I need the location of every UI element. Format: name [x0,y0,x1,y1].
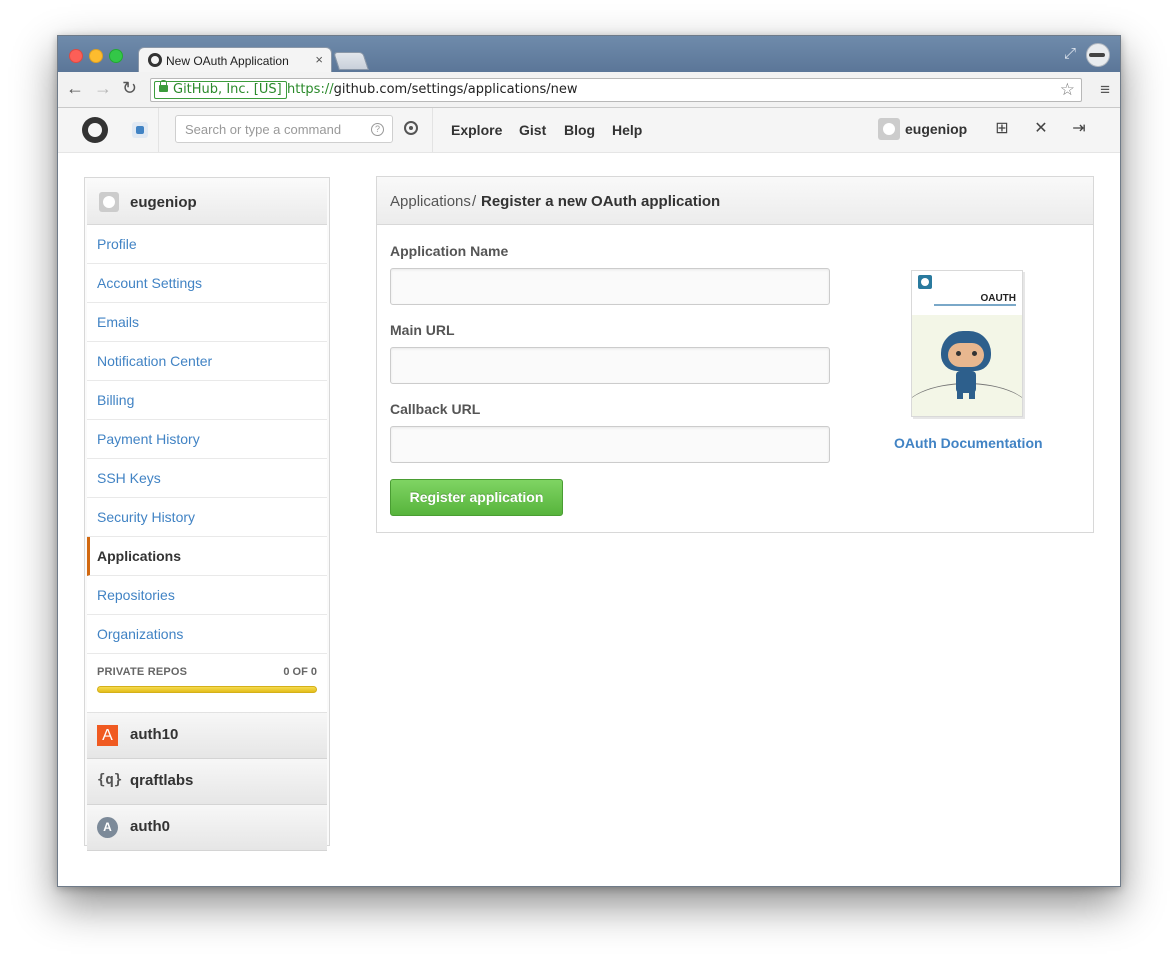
header-divider [432,108,433,152]
fullscreen-icon[interactable]: ⤢ [1064,45,1076,62]
private-repos-progress-bar [97,686,317,693]
sidebar-item-ssh-keys[interactable]: SSH Keys [87,459,327,498]
url-rest: github.com/settings/applications/new [333,82,578,97]
user-avatar [99,192,119,212]
bookmark-star-icon[interactable]: ☆ [1060,80,1075,100]
breadcrumb-separator: / [472,193,477,210]
sidebar-item-repositories[interactable]: Repositories [87,576,327,615]
tab-title: New OAuth Application [166,54,289,68]
sidebar-item-account-settings[interactable]: Account Settings [87,264,327,303]
register-application-button[interactable]: Register application [390,479,563,516]
search-help-icon[interactable]: ? [371,123,384,136]
tab-close-icon[interactable]: × [315,52,323,67]
command-settings-icon[interactable] [404,121,418,135]
callback-url-input[interactable] [390,426,830,463]
url-scheme: https:// [287,82,334,97]
header-username[interactable]: eugeniop [905,121,967,137]
sidebar-item-security-history[interactable]: Security History [87,498,327,537]
settings-tools-icon[interactable]: ✕ [1032,120,1050,138]
sidebar-item-profile[interactable]: Profile [87,225,327,264]
sidebar-item-emails[interactable]: Emails [87,303,327,342]
sidebar-org-auth10[interactable]: A auth10 [87,713,327,759]
private-repos-count: 0 OF 0 [283,666,317,678]
sidebar-org-auth0[interactable]: A auth0 [87,805,327,851]
application-name-input[interactable] [390,268,830,305]
octocat-leg [957,391,963,399]
octocat-body [956,371,976,393]
command-bar-search-input[interactable]: Search or type a command [175,115,393,143]
breadcrumb-applications-link[interactable]: Applications [390,193,471,210]
nav-help[interactable]: Help [612,122,642,138]
github-header: Search or type a command ? Explore Gist … [58,108,1120,153]
github-favicon-icon [148,53,162,67]
org-name: auth10 [130,726,179,743]
qraftlabs-logo-icon: {q} [97,772,123,788]
oauth-book-cover-image[interactable]: OAUTH [911,270,1023,417]
main-url-label: Main URL [390,322,455,338]
sidebar-item-notification-center[interactable]: Notification Center [87,342,327,381]
lock-icon [159,80,168,92]
ev-certificate-badge[interactable]: GitHub, Inc. [US] [154,80,287,99]
browser-titlebar: New OAuth Application × ⤢ [58,36,1120,73]
new-tab-button[interactable] [333,52,369,70]
sidebar-item-payment-history[interactable]: Payment History [87,420,327,459]
address-bar[interactable]: GitHub, Inc. [US] https://github.com/set… [150,78,1082,102]
private-repos-meter: PRIVATE REPOS 0 OF 0 [87,654,327,713]
browser-tab[interactable]: New OAuth Application × [138,47,332,73]
browser-toolbar: ← → ↻ GitHub, Inc. [US] https://github.c… [58,72,1120,108]
nav-gist[interactable]: Gist [519,122,546,138]
main-url-input[interactable] [390,347,830,384]
callback-url-label: Callback URL [390,401,481,417]
auth10-logo-icon: A [97,725,118,746]
minimize-window-button[interactable] [89,49,103,63]
incognito-icon [1086,43,1110,67]
back-icon[interactable]: ← [66,79,84,97]
url-text[interactable]: https://github.com/settings/applications… [287,82,578,97]
octocat-leg [969,391,975,399]
org-name: auth0 [130,818,171,835]
auth0-logo-icon: A [97,817,118,838]
search-placeholder: Search or type a command [185,122,342,137]
org-name: qraftlabs [130,772,194,789]
github-octocat-logo-icon[interactable] [82,117,108,143]
register-oauth-app-panel: Applications / Register a new OAuth appl… [376,176,1094,533]
book-title: OAUTH [980,293,1016,304]
book-subtitle-line [934,304,1016,306]
octocat-eye [972,351,977,356]
nav-blog[interactable]: Blog [564,122,595,138]
settings-sidebar: eugeniop Profile Account Settings Emails… [84,177,330,851]
forward-icon[interactable]: → [94,79,112,97]
sidebar-username: eugeniop [130,194,197,211]
sidebar-user-header: eugeniop [87,180,327,225]
sign-out-icon[interactable]: ⇥ [1070,120,1088,138]
browser-window: New OAuth Application × ⤢ ← → ↻ GitHub, … [57,35,1121,887]
github-badge-icon [918,275,932,289]
oauth-documentation-link[interactable]: OAuth Documentation [894,435,1043,451]
octocat-eye [956,351,961,356]
sidebar-item-applications[interactable]: Applications [87,537,327,576]
private-repos-label: PRIVATE REPOS [97,666,188,678]
breadcrumb: Applications / Register a new OAuth appl… [377,177,1093,225]
page-title: Register a new OAuth application [481,193,721,210]
ev-label: GitHub, Inc. [US] [173,82,282,97]
nav-explore[interactable]: Explore [451,122,502,138]
browser-menu-icon[interactable]: ≡ [1100,80,1110,100]
application-name-label: Application Name [390,243,509,259]
sidebar-org-qraftlabs[interactable]: {q} qraftlabs [87,759,327,805]
zoom-window-button[interactable] [109,49,123,63]
sidebar-item-organizations[interactable]: Organizations [87,615,327,654]
sidebar-item-billing[interactable]: Billing [87,381,327,420]
header-divider [158,108,159,152]
reload-icon[interactable]: ↻ [122,79,137,97]
user-avatar[interactable] [878,118,900,140]
new-repo-icon[interactable]: ⊞ [993,120,1011,138]
octocat-face [948,343,984,367]
close-window-button[interactable] [69,49,83,63]
notifications-icon[interactable] [132,122,148,138]
